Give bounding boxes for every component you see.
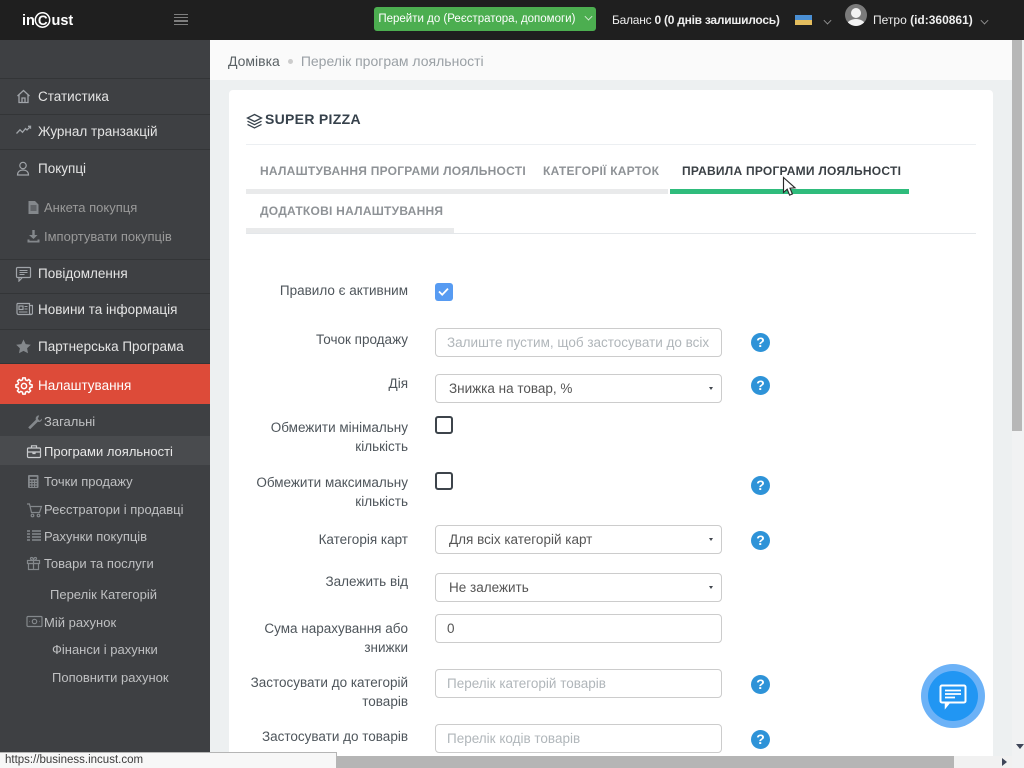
svg-text:in: in: [22, 13, 35, 29]
svg-text:C: C: [38, 13, 48, 28]
svg-text:ust: ust: [52, 13, 74, 29]
